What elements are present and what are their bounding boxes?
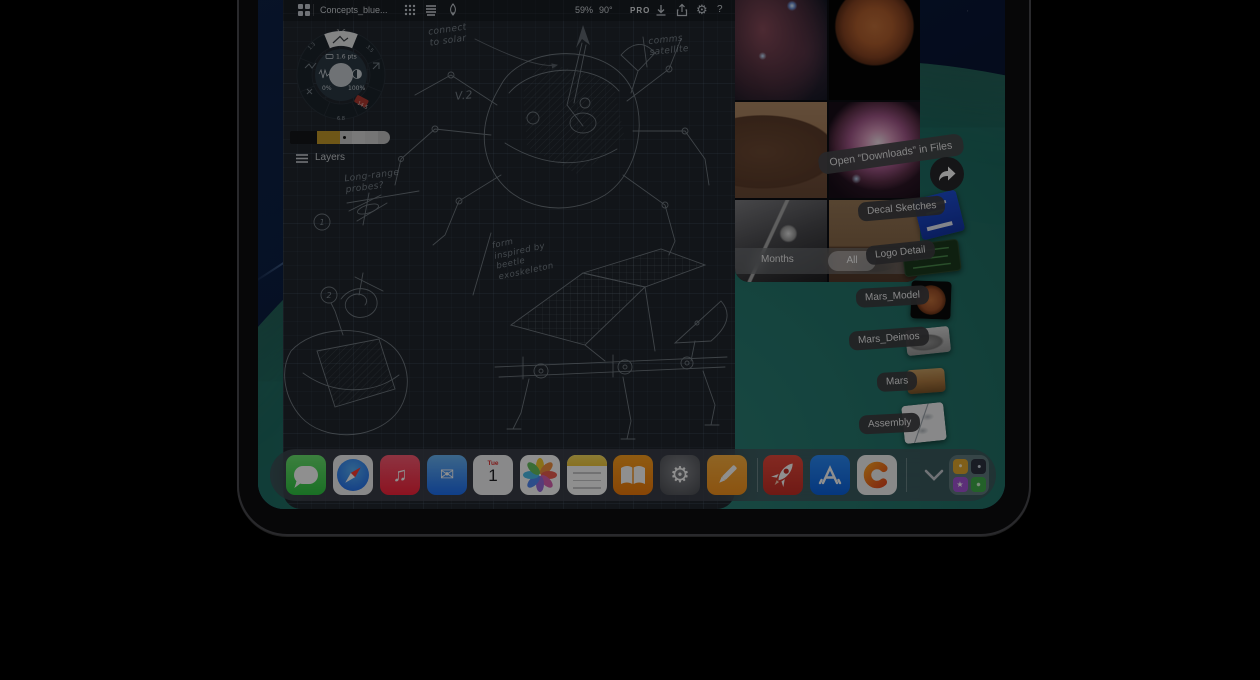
opacity-max-label: 100% [348,85,365,92]
dock-icon-music[interactable]: ♫ [380,455,420,495]
svg-text:6.8: 6.8 [337,116,345,122]
layers-menu-icon [295,151,309,165]
rocket-icon [763,455,803,495]
swatch-silver-3[interactable] [365,131,378,144]
swatch-gold[interactable] [317,131,340,144]
app-store-a-icon [810,455,850,495]
dock: ♫ ✉ Tue 1 [270,449,996,501]
drag-share-arrow-badge [930,157,964,191]
sketch-marker-2: 2 [326,291,331,300]
sketch-marker-1: 1 [319,218,324,227]
dock-divider [757,458,758,492]
annotation-version: V.2 [454,88,473,104]
wheel-center-knob[interactable] [329,63,353,87]
envelope-icon: ✉ [427,455,467,495]
dock-icon-settings[interactable]: ⚙ [660,455,700,495]
photo-mars-surface[interactable] [735,102,827,198]
brush-tool-wheel[interactable]: 1.6 1.3 3.5 14.5 6.8 1.6 pts 0% 100% [293,27,389,123]
drag-item-label[interactable]: Mars_Model [856,285,930,308]
dock-divider [906,458,907,492]
opacity-min-label: 0% [322,85,332,92]
swatch-silver-2[interactable] [352,131,365,144]
photos-app-window[interactable]: Months All [735,0,920,282]
swatch-silver-4[interactable] [378,131,390,144]
color-palette-strip[interactable] [290,131,390,144]
calendar-day: 1 [473,467,513,485]
concepts-app-window[interactable]: Concepts_blue... 59% 90° PRO ⚙ ? [283,0,735,509]
photo-horsehead-nebula[interactable] [735,0,827,100]
dock-icon-notes[interactable] [567,455,607,495]
drag-item-label[interactable]: Assembly [859,412,921,434]
chevron-down-icon [924,469,944,481]
dock-icon-pages[interactable] [707,455,747,495]
photo-grid [735,0,920,282]
dock-icon-books[interactable] [613,455,653,495]
swatch-silver-selected[interactable] [340,131,352,144]
dock-icon-messages[interactable] [286,455,326,495]
dock-icon-mail[interactable]: ✉ [427,455,467,495]
wheel-active-size: 1.6 [336,29,346,36]
ipad-screen: Concepts_blue... 59% 90° PRO ⚙ ? [258,0,1005,509]
app-library-mini-clock [971,477,986,492]
layers-label: Layers [315,152,345,163]
open-book-icon [613,455,653,495]
layers-button[interactable]: Layers [295,151,309,165]
swatch-black[interactable] [290,131,317,144]
photo-mars-globe[interactable] [829,0,920,100]
drag-item-label[interactable]: Mars [877,371,918,392]
compass-icon [337,459,369,491]
dock-icon-app-library[interactable]: ★ [949,455,989,495]
concepts-c-icon [857,455,897,495]
dock-icon-safari[interactable] [333,455,373,495]
dock-icon-app-store[interactable] [810,455,850,495]
music-note-icon: ♫ [380,455,420,495]
segment-months[interactable]: Months [761,254,794,265]
dock-icon-photos[interactable] [520,455,560,495]
dock-icon-rocket-launcher[interactable] [763,455,803,495]
speech-bubble-icon [294,466,318,484]
stroke-width-label: 1.6 pts [336,54,357,61]
app-library-mini-tips [953,459,968,474]
annotation-comms-satellite: comms satellite [648,33,690,59]
dock-icon-calendar[interactable]: Tue 1 [473,455,513,495]
screenshot-stage: Concepts_blue... 59% 90° PRO ⚙ ? [0,0,1260,680]
pen-icon [707,455,747,495]
notes-yellow-band [567,455,607,466]
app-library-mini-camera [971,459,986,474]
dock-icon-concepts[interactable] [857,455,897,495]
forward-arrow-icon [937,165,957,183]
dock-collapse-chevron[interactable] [920,461,948,489]
gear-icon: ⚙ [660,455,700,495]
app-library-mini-star: ★ [953,477,968,492]
photos-flower-icon [520,455,560,495]
